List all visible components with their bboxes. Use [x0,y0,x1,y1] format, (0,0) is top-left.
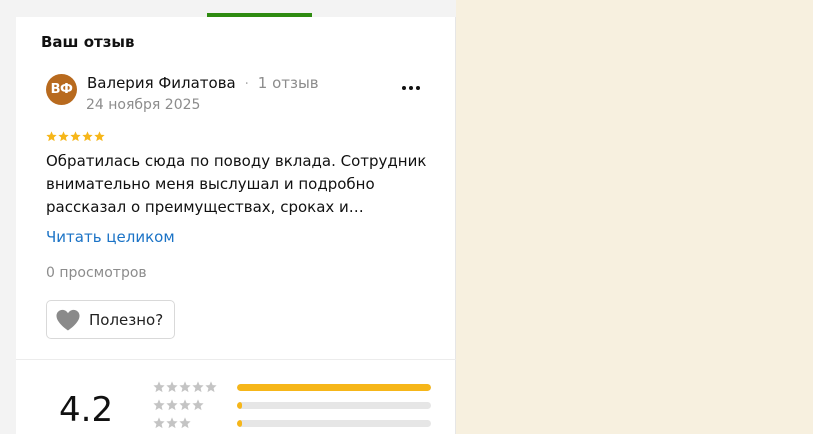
star-icon [179,417,191,429]
star-icon [166,399,178,411]
star-icon [192,399,204,411]
author-review-count: 1 отзыв [257,74,319,92]
distribution-bar [237,420,431,427]
heart-icon [56,309,80,330]
author-separator: · [244,76,249,92]
section-divider [16,359,456,360]
star-icon [166,417,178,429]
active-tab-indicator [207,13,312,17]
distribution-row-5 [153,381,431,393]
views-count: 0 просмотров [46,265,147,281]
useful-label: Полезно? [89,310,164,329]
distribution-bar-fill [237,402,242,409]
star-icon [179,381,191,393]
distribution-bar [237,384,431,391]
distribution-bar-fill [237,420,242,427]
review-stars [46,131,105,142]
section-title: Ваш отзыв [41,33,135,51]
star-icon [153,381,165,393]
more-horizontal-icon [402,86,406,90]
useful-button[interactable]: Полезно? [46,300,175,339]
star-icon [70,131,81,142]
review-panel: Ваш отзыв ВФ Валерия Филатова · 1 отзыв … [16,0,456,434]
star-icon [94,131,105,142]
tabs-bar [16,0,456,17]
star-icon [153,399,165,411]
author-name[interactable]: Валерия Филатова [87,74,236,92]
star-icon [166,381,178,393]
star-icon [82,131,93,142]
star-icon [46,131,57,142]
distribution-stars [153,399,235,411]
distribution-stars [153,381,235,393]
review-text: Обратилась сюда по поводу вклада. Сотруд… [46,152,427,216]
more-options-button[interactable] [398,78,424,98]
star-icon [192,381,204,393]
rating-value: 4.2 [59,390,114,430]
distribution-bar-fill [237,384,431,391]
star-icon [153,417,165,429]
distribution-row-3 [153,417,431,429]
review-date: 24 ноября 2025 [86,97,201,113]
distribution-bar [237,402,431,409]
left-edge-strip [0,0,16,434]
avatar-initials: ВФ [50,82,73,97]
author-avatar[interactable]: ВФ [46,74,77,105]
star-icon [205,381,217,393]
distribution-row-4 [153,399,431,411]
distribution-stars [153,417,235,429]
read-more-link[interactable]: Читать целиком [46,228,175,246]
author-row: Валерия Филатова · 1 отзыв [87,74,319,92]
star-icon [179,399,191,411]
star-icon [58,131,69,142]
